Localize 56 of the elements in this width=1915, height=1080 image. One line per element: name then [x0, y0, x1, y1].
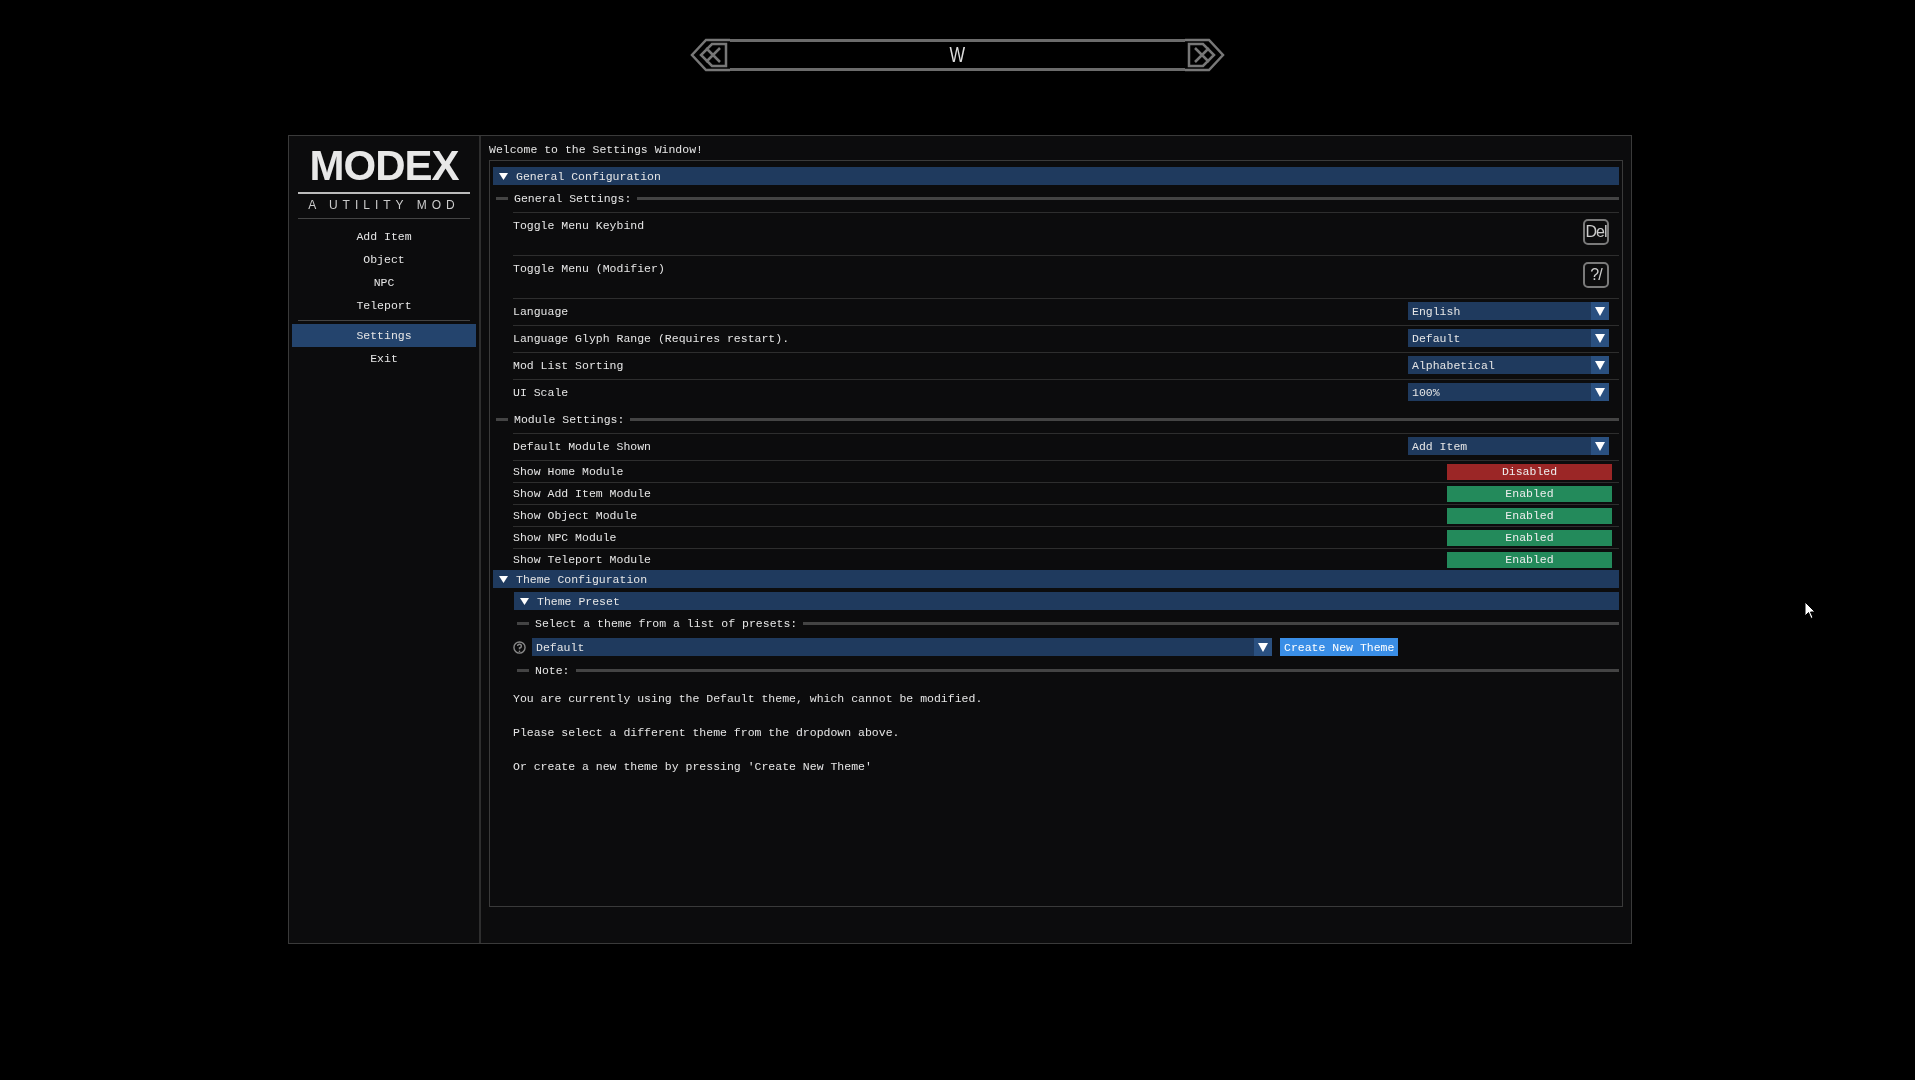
setting-label: Toggle Menu (Modifier) — [513, 262, 665, 275]
note-text: You are currently using the Default theme, which cannot be modified. — [513, 691, 984, 707]
toggle-button[interactable]: Enabled — [1447, 485, 1612, 502]
logo-subtitle: A UTILITY MOD — [298, 194, 470, 219]
sidebar-item[interactable]: Object — [292, 248, 476, 271]
dropdown-arrow-icon — [1595, 306, 1605, 316]
dropdown[interactable]: 100% — [1408, 383, 1609, 401]
dropdown-arrow-icon — [1258, 642, 1268, 652]
setting-label: Show Add Item Module — [513, 487, 652, 500]
setting-label: Show Home Module — [513, 465, 624, 478]
dropdown-arrow-icon — [1595, 387, 1605, 397]
expanded-arrow-icon[interactable] — [499, 574, 508, 584]
setting-label: Show Object Module — [513, 509, 638, 522]
compass-heading: W — [949, 42, 966, 68]
sidebar-item[interactable]: Teleport — [292, 294, 476, 317]
separator-label: General Settings: — [514, 192, 632, 205]
toggle-button[interactable]: Disabled — [1447, 463, 1612, 480]
expanded-arrow-icon[interactable] — [520, 596, 529, 606]
dropdown[interactable]: English — [1408, 302, 1609, 320]
dropdown[interactable]: Default — [1408, 329, 1609, 347]
setting-label: Show Teleport Module — [513, 553, 652, 566]
expanded-arrow-icon[interactable] — [499, 171, 508, 181]
section-header[interactable]: General Configuration — [493, 167, 1619, 185]
mouse-pointer-icon — [1804, 601, 1816, 620]
toggle-button[interactable]: Enabled — [1447, 551, 1612, 568]
toggle-button[interactable]: Enabled — [1447, 507, 1612, 524]
section-header[interactable]: Theme Preset — [514, 592, 1619, 610]
dropdown[interactable]: Alphabetical — [1408, 356, 1609, 374]
separator-label: Note: — [535, 664, 570, 677]
keybind-button[interactable]: ?/ — [1583, 262, 1609, 288]
keybind-button[interactable]: Del — [1583, 219, 1609, 245]
separator-label: Module Settings: — [514, 413, 625, 426]
separator-label: Select a theme from a list of presets: — [535, 617, 798, 630]
dropdown-arrow-icon — [1595, 441, 1605, 451]
welcome-text: Welcome to the Settings Window! — [489, 142, 704, 158]
dropdown-arrow-icon — [1595, 333, 1605, 343]
dropdown-arrow-icon — [1595, 360, 1605, 370]
setting-label: Language Glyph Range (Requires restart). — [513, 332, 790, 345]
section-header[interactable]: Theme Configuration — [493, 570, 1619, 588]
theme-dropdown[interactable]: Default — [532, 638, 1272, 656]
dropdown[interactable]: Add Item — [1408, 437, 1609, 455]
setting-label: Default Module Shown — [513, 440, 652, 453]
help-icon[interactable] — [513, 640, 526, 654]
toggle-button[interactable]: Enabled — [1447, 529, 1612, 546]
sidebar-item[interactable]: NPC — [292, 271, 476, 294]
sidebar-item[interactable]: Add Item — [292, 225, 476, 248]
note-text: Please select a different theme from the dropdown above. — [513, 725, 901, 741]
logo-title: MODEX — [298, 140, 470, 194]
setting-label: Toggle Menu Keybind — [513, 219, 645, 232]
note-text: Or create a new theme by pressing 'Create New Theme' — [513, 759, 873, 775]
sidebar-item[interactable]: Settings — [292, 324, 476, 347]
setting-label: Mod List Sorting — [513, 359, 624, 372]
setting-label: UI Scale — [513, 386, 569, 399]
setting-label: Language — [513, 305, 569, 318]
setting-label: Show NPC Module — [513, 531, 617, 544]
sidebar-item[interactable]: Exit — [292, 347, 476, 370]
